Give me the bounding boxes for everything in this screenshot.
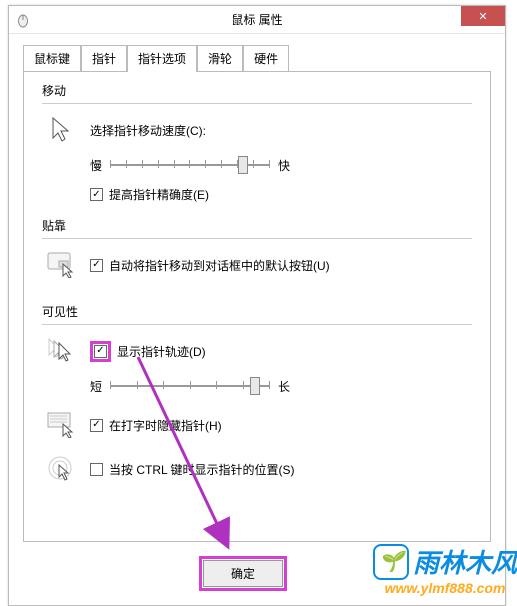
watermark-url: www.ylmf888.com: [373, 580, 517, 596]
speed-slider[interactable]: [110, 154, 270, 176]
window-title: 鼠标 属性: [231, 11, 282, 28]
precision-checkbox[interactable]: ✓: [90, 188, 103, 201]
long-label: 长: [278, 378, 290, 395]
cursor-icon: [46, 114, 78, 146]
tab-pointers[interactable]: 指针: [81, 45, 127, 72]
trails-label: 显示指针轨迹(D): [117, 343, 206, 360]
speed-slider-thumb[interactable]: [238, 156, 248, 174]
hide-typing-checkbox[interactable]: ✓: [90, 419, 103, 432]
tab-pointer-options[interactable]: 指针选项: [127, 45, 197, 72]
titlebar[interactable]: 鼠标 属性 ✕: [9, 6, 505, 34]
ctrl-locate-icon: [46, 453, 78, 485]
mouse-properties-window: 鼠标 属性 ✕ 鼠标键 指针 指针选项 滑轮 硬件 移动 选择指针移动速度(C)…: [8, 5, 506, 606]
trails-highlight: ✓: [90, 341, 111, 362]
trails-checkbox[interactable]: ✓: [94, 345, 107, 358]
precision-label: 提高指针精确度(E): [109, 186, 209, 203]
ctrl-locate-label: 当按 CTRL 键时显示指针的位置(S): [109, 461, 295, 478]
close-button[interactable]: ✕: [461, 6, 505, 26]
short-label: 短: [90, 378, 102, 395]
watermark-brand: 雨林木风: [413, 543, 517, 580]
ok-highlight: 确定: [199, 556, 287, 591]
watermark: 🌱 雨林木风 www.ylmf888.com: [373, 543, 517, 596]
section-visibility: 可见性 ✓ 显示指针轨迹(D) 短: [42, 303, 472, 493]
trails-slider[interactable]: [110, 375, 270, 397]
mouse-icon: [15, 12, 31, 28]
tab-hardware[interactable]: 硬件: [243, 45, 289, 72]
ok-button[interactable]: 确定: [203, 560, 283, 587]
tabstrip: 鼠标键 指针 指针选项 滑轮 硬件: [23, 44, 491, 72]
section-move-label: 移动: [42, 82, 472, 99]
speed-label: 选择指针移动速度(C):: [90, 122, 206, 139]
snap-checkbox[interactable]: ✓: [90, 259, 103, 272]
section-visibility-label: 可见性: [42, 303, 472, 320]
section-move: 移动 选择指针移动速度(C): 慢: [42, 82, 472, 203]
slow-label: 慢: [90, 157, 102, 174]
fast-label: 快: [278, 157, 290, 174]
hide-typing-icon: [46, 409, 78, 441]
ctrl-locate-checkbox[interactable]: [90, 463, 103, 476]
tab-wheel[interactable]: 滑轮: [197, 45, 243, 72]
hide-typing-label: 在打字时隐藏指针(H): [109, 417, 222, 434]
trails-icon: [46, 335, 78, 367]
tab-buttons[interactable]: 鼠标键: [23, 45, 81, 72]
snap-label: 自动将指针移动到对话框中的默认按钮(U): [109, 257, 330, 274]
tab-panel: 移动 选择指针移动速度(C): 慢: [23, 72, 491, 542]
watermark-logo-icon: 🌱: [373, 544, 409, 580]
snap-icon: [46, 249, 78, 281]
trails-slider-thumb[interactable]: [250, 377, 260, 395]
section-snap: 贴靠 ✓ 自动将指针移动到对话框中的默认按钮(U): [42, 217, 472, 289]
section-snap-label: 贴靠: [42, 217, 472, 234]
